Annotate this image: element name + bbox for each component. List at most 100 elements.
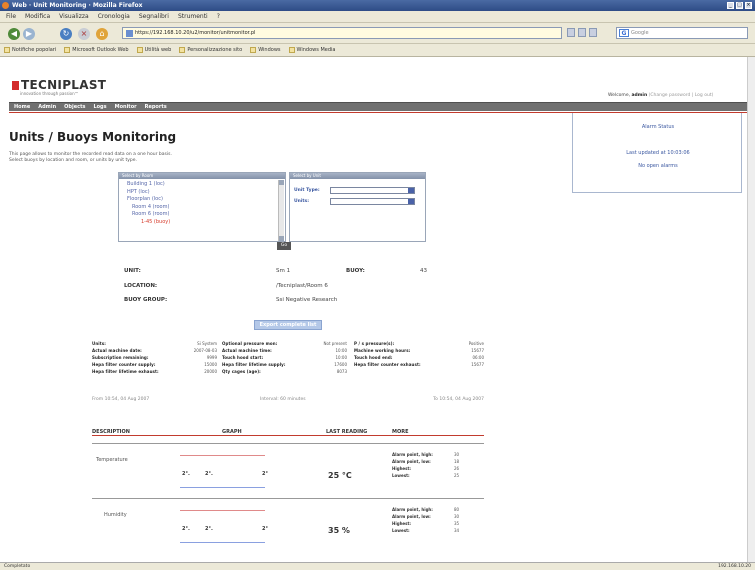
stat-value: 15677 xyxy=(471,348,484,353)
home-icon[interactable]: ⌂ xyxy=(96,28,108,40)
page-scrollbar[interactable] xyxy=(747,57,755,562)
back-icon[interactable]: ◀ xyxy=(8,28,20,40)
address-go-buttons xyxy=(567,28,597,37)
units-label: Units: xyxy=(294,199,310,204)
graph-point: 2° xyxy=(262,526,268,532)
graph-point: 2°. xyxy=(182,526,190,532)
menu-file[interactable]: File xyxy=(6,11,16,22)
nav-admin[interactable]: Admin xyxy=(38,103,56,111)
alarm-label: Lowest: xyxy=(392,473,410,478)
go-button[interactable]: Go xyxy=(277,242,291,250)
stat-label: Subscription remaining: xyxy=(92,355,149,360)
bookmark-star-icon[interactable] xyxy=(589,28,597,37)
close-button[interactable]: × xyxy=(745,2,752,9)
intro-text: This page allows to monitor the recorded… xyxy=(9,152,172,163)
alarm-label: Alarm point, high: xyxy=(392,507,433,512)
stat-label: Units: xyxy=(92,341,106,346)
stat-value: 06:00 xyxy=(472,355,484,360)
bookmark-folder-icon xyxy=(288,47,295,53)
stat-value: Positive xyxy=(468,341,484,346)
location-tree: Building 1 (loc) HPT (loc) Floorplan (lo… xyxy=(127,181,170,226)
stat-label: Optional pressure mon: xyxy=(222,341,278,346)
window-title: Web · Unit Monitoring · Mozilla Firefox xyxy=(12,2,143,9)
stat-label: Hepa filter counter exhaust: xyxy=(354,362,421,367)
menu-help[interactable]: ? xyxy=(217,11,220,22)
rss-icon[interactable] xyxy=(578,28,586,37)
menu-bar: File Modifica Visualizza Cronologia Segn… xyxy=(0,11,755,23)
tree-item[interactable]: Floorplan (loc) xyxy=(127,196,170,204)
alarm-updated: Last updated at 10:03:06 xyxy=(626,150,690,156)
nav-logs[interactable]: Logs xyxy=(93,103,106,111)
bookmark-item[interactable]: Windows xyxy=(250,44,281,56)
stop-icon[interactable]: × xyxy=(78,28,90,40)
chevron-down-icon xyxy=(408,199,414,204)
tree-item[interactable]: HPT (loc) xyxy=(127,189,170,197)
reload-icon[interactable]: ↻ xyxy=(60,28,72,40)
nav-reports[interactable]: Reports xyxy=(145,103,167,111)
bookmark-item[interactable]: Microsoft Outlook Web xyxy=(64,44,129,56)
tree-item-selected[interactable]: 1-45 (buoy) xyxy=(127,219,170,227)
menu-bookmarks[interactable]: Segnalibri xyxy=(139,11,169,22)
row-divider xyxy=(92,443,484,444)
alarm-title[interactable]: Alarm Status xyxy=(573,124,743,130)
minimize-button[interactable]: _ xyxy=(727,2,734,9)
export-button[interactable]: Export complete list xyxy=(254,320,322,330)
account-links[interactable]: (Change password | Log out) xyxy=(649,93,714,98)
buoy-value: 43 xyxy=(420,268,427,274)
bookmark-item[interactable]: Notifiche popolari xyxy=(4,44,56,56)
bookmark-folder-icon xyxy=(250,47,257,53)
url-text: https://192.168.10.20/u2/monitor/unitmon… xyxy=(135,30,256,36)
graph-high-line xyxy=(180,455,265,456)
alarm-value: 25 xyxy=(454,473,460,478)
forward-icon[interactable]: ▶ xyxy=(23,28,35,40)
menu-view[interactable]: Visualizza xyxy=(59,11,89,22)
menu-history[interactable]: Cronologia xyxy=(98,11,130,22)
maximize-button[interactable]: □ xyxy=(736,2,743,9)
graph-low-line xyxy=(180,542,265,543)
graph-point: 2° xyxy=(262,471,268,477)
stat-label: P / s pressure(s): xyxy=(354,341,395,346)
stat-label: Qty cages (age): xyxy=(222,369,261,374)
tree-item[interactable]: Building 1 (loc) xyxy=(127,181,170,189)
status-host: 192.168.10.20 xyxy=(718,564,751,569)
nav-home[interactable]: Home xyxy=(14,103,30,111)
units-select[interactable] xyxy=(330,198,415,205)
nav-objects[interactable]: Objects xyxy=(64,103,85,111)
go-icon[interactable] xyxy=(567,28,575,37)
status-text: Completato xyxy=(4,564,31,569)
logo-mark-icon xyxy=(12,81,19,90)
stat-label: Touch hood start: xyxy=(222,355,264,360)
menu-tools[interactable]: Strumenti xyxy=(178,11,208,22)
search-input[interactable]: G Google xyxy=(616,27,748,39)
alarm-label: Highest: xyxy=(392,521,412,526)
menu-edit[interactable]: Modifica xyxy=(25,11,50,22)
alarm-label: Highest: xyxy=(392,466,412,471)
bookmark-item[interactable]: Utilità web xyxy=(136,44,171,56)
search-placeholder: Google xyxy=(631,30,649,36)
nav-monitor[interactable]: Monitor xyxy=(115,103,137,111)
last-reading: 35 % xyxy=(328,526,350,535)
address-bar[interactable]: https://192.168.10.20/u2/monitor/unitmon… xyxy=(122,27,562,39)
reading-graph: 2°. 2°. 2° xyxy=(180,455,268,489)
status-bar: Completato 192.168.10.20 xyxy=(0,562,755,570)
stat-label: Touch hood end: xyxy=(354,355,393,360)
range-from: From 10:54, 04 Aug 2007 xyxy=(92,397,150,402)
alarm-label: Alarm point, low: xyxy=(392,514,431,519)
room-tree-panel: Select by Room Building 1 (loc) HPT (loc… xyxy=(118,172,286,242)
graph-high-line xyxy=(180,510,265,511)
page-icon xyxy=(126,30,133,37)
alarm-status-box: Alarm Status Last updated at 10:03:06 No… xyxy=(572,113,742,193)
unit-type-select[interactable] xyxy=(330,187,415,194)
tree-item[interactable]: Room 4 (room) xyxy=(127,204,170,212)
alarm-label: Lowest: xyxy=(392,528,410,533)
main-nav: Home Admin Objects Logs Monitor Reports xyxy=(9,102,754,111)
bookmark-item[interactable]: Personalizzazione sito xyxy=(179,44,242,56)
unit-select-panel: Select by Unit Unit Type: Units: xyxy=(289,172,426,242)
range-to: To 10:54, 04 Aug 2007 xyxy=(433,397,484,402)
tree-scrollbar[interactable] xyxy=(278,180,284,241)
bookmark-item[interactable]: Windows Media xyxy=(288,44,335,56)
window-title-bar: Web · Unit Monitoring · Mozilla Firefox … xyxy=(0,0,755,11)
tree-item[interactable]: Room 6 (room) xyxy=(127,211,170,219)
alarm-label: Alarm point, high: xyxy=(392,452,433,457)
firefox-icon xyxy=(2,2,9,9)
